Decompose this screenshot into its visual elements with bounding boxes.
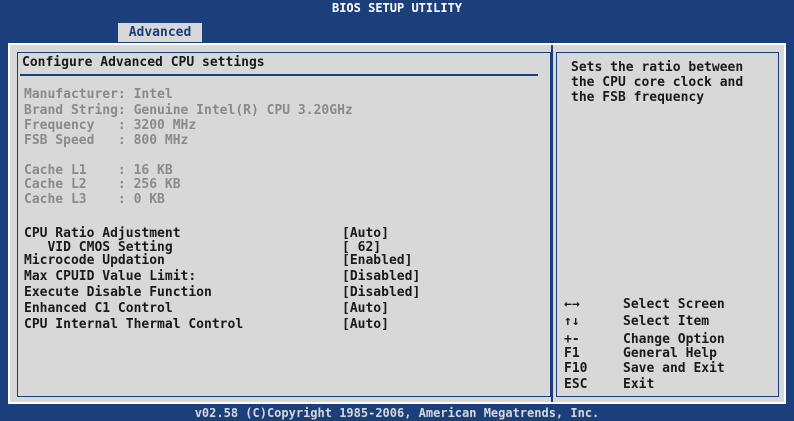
- key-desc-general-help: General Help: [623, 346, 717, 361]
- setting-max-cpuid-label[interactable]: Max CPUID Value Limit:: [24, 270, 196, 284]
- key-desc-save-exit: Save and Exit: [623, 361, 725, 376]
- key-desc-change-option: Change Option: [623, 332, 725, 347]
- setting-thermal-control-value[interactable]: [Auto]: [342, 318, 389, 332]
- setting-thermal-control-label[interactable]: CPU Internal Thermal Control: [24, 318, 243, 332]
- key-desc-exit: Exit: [623, 377, 655, 392]
- setting-max-cpuid-value[interactable]: [Disabled]: [342, 270, 420, 284]
- info-cache-l1: Cache L1 : 16 KB: [24, 163, 173, 178]
- key-desc-select-item: Select Item: [623, 314, 710, 329]
- setting-cpu-ratio-label[interactable]: CPU Ratio Adjustment: [24, 227, 181, 241]
- setting-execute-disable-label[interactable]: Execute Disable Function: [24, 286, 212, 300]
- info-cache-l2: Cache L2 : 256 KB: [24, 177, 181, 192]
- setting-cpu-ratio-value[interactable]: [Auto]: [342, 227, 389, 241]
- panel-divider: [551, 45, 553, 402]
- info-cache-l3: Cache L3 : 0 KB: [24, 192, 165, 207]
- key-esc: ESC: [564, 377, 588, 392]
- info-brand-string: Brand String: Genuine Intel(R) CPU 3.20G…: [24, 103, 353, 118]
- key-f10: F10: [564, 361, 588, 376]
- section-title: Configure Advanced CPU settings: [22, 55, 265, 70]
- setting-enhanced-c1-value[interactable]: [Auto]: [342, 302, 389, 316]
- left-right-arrows-icon: ←→: [564, 297, 580, 312]
- info-manufacturer: Manufacturer: Intel: [24, 87, 173, 102]
- setting-execute-disable-value[interactable]: [Disabled]: [342, 286, 420, 300]
- help-text: Sets the ratio between the CPU core cloc…: [571, 60, 744, 105]
- tab-advanced[interactable]: Advanced: [118, 23, 202, 42]
- key-plus-minus: +-: [564, 332, 580, 347]
- info-frequency: Frequency : 3200 MHz: [24, 118, 197, 133]
- setting-microcode-value[interactable]: [Enabled]: [342, 254, 412, 268]
- setting-microcode-label[interactable]: Microcode Updation: [24, 254, 165, 268]
- key-desc-select-screen: Select Screen: [623, 297, 725, 312]
- copyright-footer: v02.58 (C)Copyright 1985-2006, American …: [194, 406, 600, 420]
- bios-title: BIOS SETUP UTILITY: [331, 1, 463, 15]
- setting-enhanced-c1-label[interactable]: Enhanced C1 Control: [24, 302, 173, 316]
- key-f1: F1: [564, 346, 580, 361]
- section-underline: [20, 74, 538, 76]
- up-down-arrows-icon: ↑↓: [564, 314, 580, 329]
- info-fsb-speed: FSB Speed : 800 MHz: [24, 133, 189, 148]
